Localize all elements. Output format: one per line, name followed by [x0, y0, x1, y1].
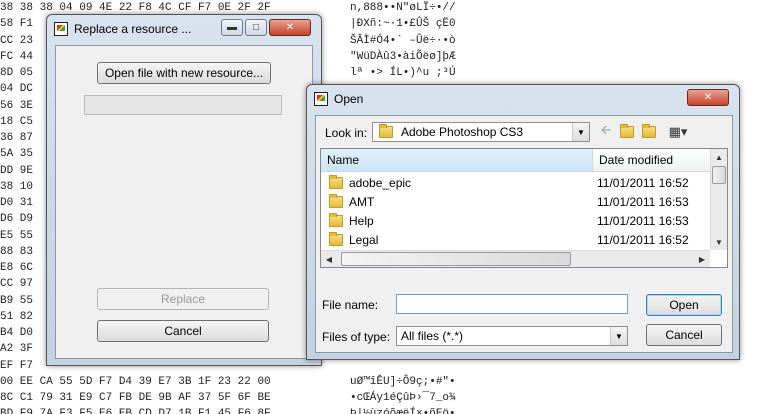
file-name-cell: AMT	[329, 193, 375, 209]
file-name-cell: Help	[329, 212, 374, 228]
folder-icon	[329, 174, 343, 189]
hex-row: 8C C1 79 31 E9 C7 FB DE 9B AF 37 5F 6F B…	[0, 390, 775, 406]
scroll-right-icon[interactable]: ▶	[694, 251, 710, 267]
file-name-text: Help	[349, 213, 374, 228]
file-name-input[interactable]	[396, 294, 628, 314]
replace-window-title: Replace a resource ...	[74, 22, 192, 36]
scroll-left-icon[interactable]: ◀	[321, 251, 337, 267]
folder-icon	[379, 124, 393, 138]
hex-ascii: lª •> ÍL•)^u ;³Ú	[350, 67, 456, 79]
folder-icon	[329, 212, 343, 227]
app-icon	[54, 22, 68, 36]
back-arrow-icon[interactable]: 🡨	[598, 122, 614, 141]
file-date-cell: 11/01/2011 16:52	[597, 232, 689, 247]
horizontal-scrollbar[interactable]: ◀ ▶	[321, 250, 710, 267]
close-icon[interactable]: ✕	[269, 19, 311, 36]
maximize-icon[interactable]: □	[245, 19, 267, 36]
hex-row: BD F9 7A F3 F5 E6 EB CD D7 1B F1 45 F6 8…	[0, 406, 775, 414]
horizontal-scroll-thumb[interactable]	[341, 252, 571, 266]
file-date-cell: 11/01/2011 16:53	[597, 213, 689, 228]
replace-resource-window: Replace a resource ... ▬ □ ✕ Open file w…	[46, 14, 322, 366]
open-dialog-cancel-button[interactable]: Cancel	[646, 324, 722, 346]
vertical-scrollbar[interactable]: ▲ ▼	[710, 149, 727, 250]
file-list-item[interactable]: AMT 11/01/2011 16:53	[321, 192, 713, 211]
chevron-down-icon[interactable]: ▼	[572, 123, 589, 141]
file-name-text: AMT	[349, 194, 375, 209]
vertical-scroll-thumb[interactable]	[712, 166, 726, 184]
look-in-value: Adobe Photoshop CS3	[401, 125, 524, 139]
column-name[interactable]: Name	[321, 149, 593, 171]
replace-window-client: Open file with new resource... Replace C…	[55, 45, 313, 359]
hex-ascii: |ÐXñ:~·1•£ÛŠ çË0	[350, 18, 456, 31]
look-in-label: Look in:	[325, 126, 368, 140]
file-date-cell: 11/01/2011 16:53	[597, 194, 689, 209]
file-list[interactable]: Name Date modified adobe_epic 11/01/2011 …	[320, 148, 728, 268]
progress-bar	[84, 95, 282, 115]
open-file-button[interactable]: Open file with new resource...	[97, 62, 271, 84]
new-folder-icon[interactable]	[640, 123, 658, 141]
file-type-combo[interactable]: All files (*.*) ▼	[396, 326, 628, 346]
file-list-item[interactable]: adobe_epic 11/01/2011 16:52	[321, 173, 713, 192]
look-in-combo[interactable]: Adobe Photoshop CS3 ▼	[372, 122, 590, 142]
file-name-label: File name:	[322, 298, 379, 312]
up-folder-icon[interactable]	[618, 123, 636, 141]
file-type-label: Files of type:	[322, 330, 391, 344]
column-date-modified[interactable]: Date modified	[593, 149, 713, 171]
hex-row: 00 EE CA 55 5D F7 D4 39 E7 3B 1F 23 22 0…	[0, 374, 775, 390]
file-name-text: adobe_epic	[349, 175, 412, 190]
hex-ascii: "WüDÀû3•àiÕëø]þÆ	[350, 50, 456, 63]
chevron-down-icon[interactable]: ▼	[610, 327, 627, 345]
hex-bytes: BD F9 7A F3 F5 E6 EB CD D7 1B F1 45 F6 8…	[0, 406, 310, 414]
views-menu-icon[interactable]: ▦▾	[664, 123, 692, 141]
hex-ascii: Þ|½ùzóõæëÍ×•ñEö•	[350, 406, 456, 414]
replace-button[interactable]: Replace	[97, 288, 269, 310]
open-dialog-titlebar[interactable]: Open	[307, 85, 739, 113]
open-dialog-client: Look in: Adobe Photoshop CS3 ▼ 🡨 ▦▾ Name…	[315, 115, 733, 353]
minimize-icon[interactable]: ▬	[221, 19, 243, 36]
file-date-cell: 11/01/2011 16:52	[597, 175, 689, 190]
file-list-item[interactable]: Help 11/01/2011 16:53	[321, 211, 713, 230]
hex-bytes: 8C C1 79 31 E9 C7 FB DE 9B AF 37 5F 6F B…	[0, 392, 271, 404]
app-icon	[314, 92, 328, 106]
file-type-value: All files (*.*)	[401, 329, 464, 343]
open-dialog: Open ✕ Look in: Adobe Photoshop CS3 ▼ 🡨 …	[306, 84, 740, 360]
hex-ascii: •cŒÁy1éÇûÞ›¯7_o¾	[350, 392, 456, 404]
folder-icon	[329, 193, 343, 208]
cancel-button[interactable]: Cancel	[97, 320, 269, 342]
hex-ascii: uØ™îÊU]÷Ô9ç;•#"•	[350, 375, 456, 388]
open-button[interactable]: Open	[646, 294, 722, 316]
scroll-down-icon[interactable]: ▼	[711, 234, 727, 250]
file-list-header: Name Date modified	[321, 149, 710, 172]
scroll-up-icon[interactable]: ▲	[711, 149, 727, 165]
open-dialog-title: Open	[334, 92, 364, 106]
hex-bytes: 00 EE CA 55 5D F7 D4 39 E7 3B 1F 23 22 0…	[0, 375, 271, 388]
hex-ascii: n,888••N"øLÏ÷•//	[350, 2, 456, 14]
hex-ascii: ŠÂÌ#Ó4•` –Ûë÷·•ò	[350, 34, 456, 47]
close-icon[interactable]: ✕	[687, 89, 729, 106]
file-name-cell: Legal	[329, 231, 379, 247]
folder-icon	[329, 231, 343, 246]
file-name-text: Legal	[349, 232, 379, 247]
file-name-cell: adobe_epic	[329, 174, 412, 190]
file-list-item[interactable]: Legal 11/01/2011 16:52	[321, 230, 713, 249]
